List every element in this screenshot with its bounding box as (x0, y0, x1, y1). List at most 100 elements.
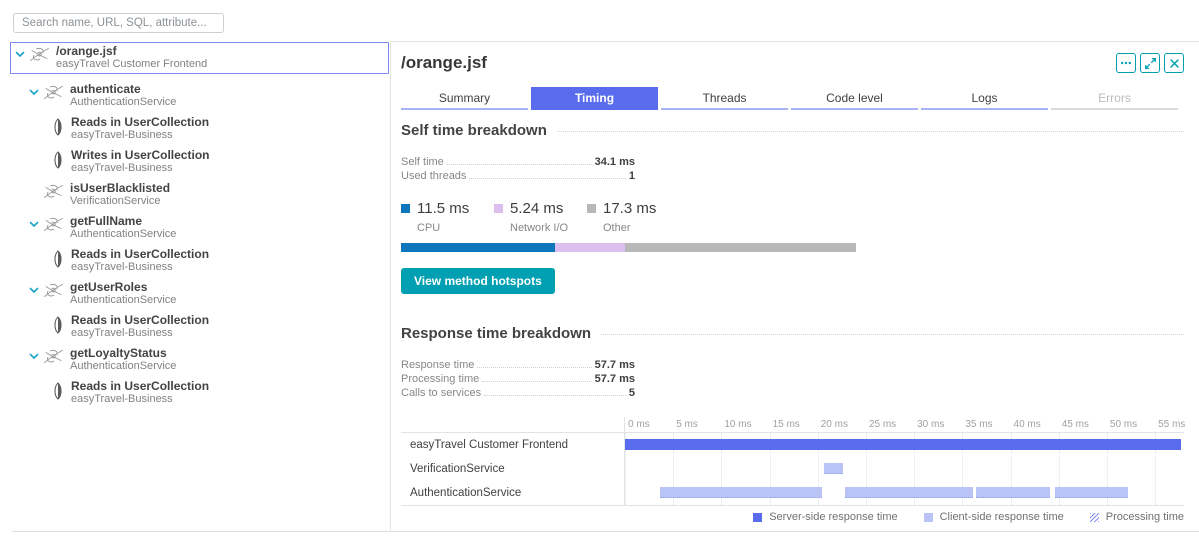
legend-label: Client-side response time (939, 511, 1064, 523)
self-time-heading: Self time breakdown (401, 122, 1184, 139)
tree-item-service: easyTravel-Business (71, 327, 173, 339)
chevron-down-icon[interactable] (15, 50, 29, 59)
database-icon (52, 250, 64, 273)
timeline-bar[interactable] (659, 487, 822, 498)
tree-item-service: easyTravel Customer Frontend (56, 58, 208, 70)
tree-item-writes-in-usercollection[interactable]: Writes in UserCollection easyTravel-Busi… (10, 146, 389, 178)
tree-item-service: AuthenticationService (70, 360, 177, 372)
tree-item-service: easyTravel-Business (71, 261, 173, 273)
detail-panel: /orange.jsf Summary Timing Threads Code lev… (390, 41, 1199, 531)
tree-item-service: easyTravel-Business (71, 162, 173, 174)
timeline-bar[interactable] (975, 487, 1051, 498)
close-button[interactable] (1164, 53, 1184, 73)
page-title: /orange.jsf (401, 53, 487, 72)
tree-item-authenticate[interactable]: authenticate AuthenticationService (10, 80, 389, 112)
timeline-row-label-easytravel-customer-frontend: easyTravel Customer Frontend (410, 439, 569, 451)
more-options-button[interactable] (1116, 53, 1136, 73)
response-timeline-chart: easyTravel Customer Frontend Verification… (401, 417, 1186, 506)
dotted-leader (477, 367, 592, 368)
dotted-leader (469, 178, 626, 179)
tree-item-isuserblacklisted[interactable]: isUserBlacklisted VerificationService (10, 179, 389, 211)
axis-tick-label: 55 ms (1158, 419, 1186, 430)
search-input[interactable] (13, 13, 224, 33)
tree-item-orange-jsf[interactable]: /orange.jsf easyTravel Customer Frontend (10, 42, 389, 74)
timeline-row-label-authenticationservice: AuthenticationService (410, 487, 522, 499)
axis-tick-label: 10 ms (724, 419, 752, 430)
tree-item-name: Reads in UserCollection (71, 247, 210, 261)
axis-tick-label: 35 ms (965, 419, 993, 430)
tab-summary[interactable]: Summary (401, 87, 528, 110)
timeline-bar[interactable] (823, 463, 843, 474)
axis-tick-label: 20 ms (820, 419, 848, 430)
timeline-legend: Server-side response time Client-side re… (401, 511, 1184, 523)
timeline-bar[interactable] (1054, 487, 1129, 498)
timeline-bar[interactable] (625, 439, 1182, 450)
close-icon (1169, 58, 1180, 69)
timeline-bar[interactable] (844, 487, 973, 498)
axis-tick-label: 25 ms (868, 419, 897, 430)
axis-tick-label: 5 ms (676, 419, 698, 430)
self-time-legend-item: 5.24 ms Network I/O (494, 200, 587, 234)
tree-item-name: Reads in UserCollection (71, 379, 210, 393)
ellipsis-icon (1119, 56, 1133, 70)
self-time-legend: 11.5 ms CPU 5.24 ms Network I/O 17.3 ms … (401, 200, 1184, 234)
legend-label: Network I/O (510, 222, 569, 234)
legend-value: 17.3 ms (603, 200, 657, 217)
metric-row: Self time 34.1 ms (401, 155, 635, 169)
legend-swatch (494, 204, 503, 213)
timeline-row-label-verificationservice: VerificationService (410, 463, 505, 475)
tree-item-getuserroles[interactable]: getUserRoles AuthenticationService (10, 278, 389, 310)
metric-label: Self time (401, 156, 444, 168)
self-time-metrics: Self time 34.1 ms Used threads 1 (401, 155, 635, 183)
tree-item-name: getFullName (70, 214, 143, 228)
view-method-hotspots-button[interactable]: View method hotspots (401, 268, 555, 294)
metric-row: Calls to services 5 (401, 386, 635, 400)
timeline-legend-item: Client-side response time (923, 511, 1064, 523)
metric-row: Used threads 1 (401, 169, 635, 183)
legend-swatch (1089, 512, 1099, 522)
detail-header: /orange.jsf (401, 53, 1184, 73)
tree-item-getloyaltystatus[interactable]: getLoyaltyStatus AuthenticationService (10, 344, 389, 376)
timeline-row-easytravel-customer-frontend (625, 433, 1184, 457)
metric-row: Response time 57.7 ms (401, 358, 635, 372)
tree-item-reads-in-usercollection[interactable]: Reads in UserCollection easyTravel-Busin… (10, 311, 389, 343)
database-icon (52, 316, 64, 339)
tree-item-service: easyTravel-Business (71, 393, 173, 405)
tab-timing[interactable]: Timing (531, 87, 658, 110)
chevron-down-icon[interactable] (29, 220, 43, 229)
timeline-legend-item: Server-side response time (753, 511, 898, 523)
tab-bar: Summary Timing Threads Code level Logs Errors (401, 87, 1184, 110)
tree-item-getfullname[interactable]: getFullName AuthenticationService (10, 212, 389, 244)
tab-threads[interactable]: Threads (661, 87, 788, 110)
chevron-down-icon[interactable] (29, 352, 43, 361)
chevron-down-icon[interactable] (29, 286, 43, 295)
service-icon (29, 47, 50, 67)
axis-tick-label: 15 ms (772, 419, 800, 430)
legend-label: Other (603, 222, 631, 234)
tree-item-reads-in-usercollection[interactable]: Reads in UserCollection easyTravel-Busin… (10, 377, 389, 409)
tree-item-service: AuthenticationService (70, 294, 177, 306)
tab-code-level[interactable]: Code level (791, 87, 918, 110)
legend-swatch (401, 204, 410, 213)
expand-button[interactable] (1140, 53, 1160, 73)
timeline-axis: 0 ms 5 ms 10 ms 15 ms 20 ms 25 ms 30 ms 35 ms 40… (625, 417, 1186, 432)
purepath-detail-page: /orange.jsf easyTravel Customer Frontend… (0, 0, 1199, 550)
legend-swatch (923, 512, 933, 522)
tree-item-name: /orange.jsf (56, 44, 117, 58)
metric-label: Response time (401, 359, 475, 371)
chevron-down-icon[interactable] (29, 88, 43, 97)
database-icon (52, 118, 64, 141)
dotted-leader (484, 395, 626, 396)
response-time-metrics: Response time 57.7 ms Processing time 57… (401, 358, 635, 400)
tab-logs[interactable]: Logs (921, 87, 1048, 110)
metric-label: Used threads (401, 170, 467, 182)
metric-value: 57.7 ms (594, 359, 635, 371)
metric-value: 1 (628, 170, 635, 182)
timeline-plot-area: 0 ms 5 ms 10 ms 15 ms 20 ms 25 ms 30 ms 35 ms 40… (625, 417, 1186, 505)
tree-item-reads-in-usercollection[interactable]: Reads in UserCollection easyTravel-Busin… (10, 113, 389, 145)
timeline-row-authenticationservice (625, 481, 1184, 505)
tree-item-reads-in-usercollection[interactable]: Reads in UserCollection easyTravel-Busin… (10, 245, 389, 277)
timeline-labels-column: easyTravel Customer Frontend Verification… (401, 417, 625, 505)
stacked-bar-segment-network-i-o (554, 243, 625, 252)
axis-tick-label: 50 ms (1109, 419, 1138, 430)
